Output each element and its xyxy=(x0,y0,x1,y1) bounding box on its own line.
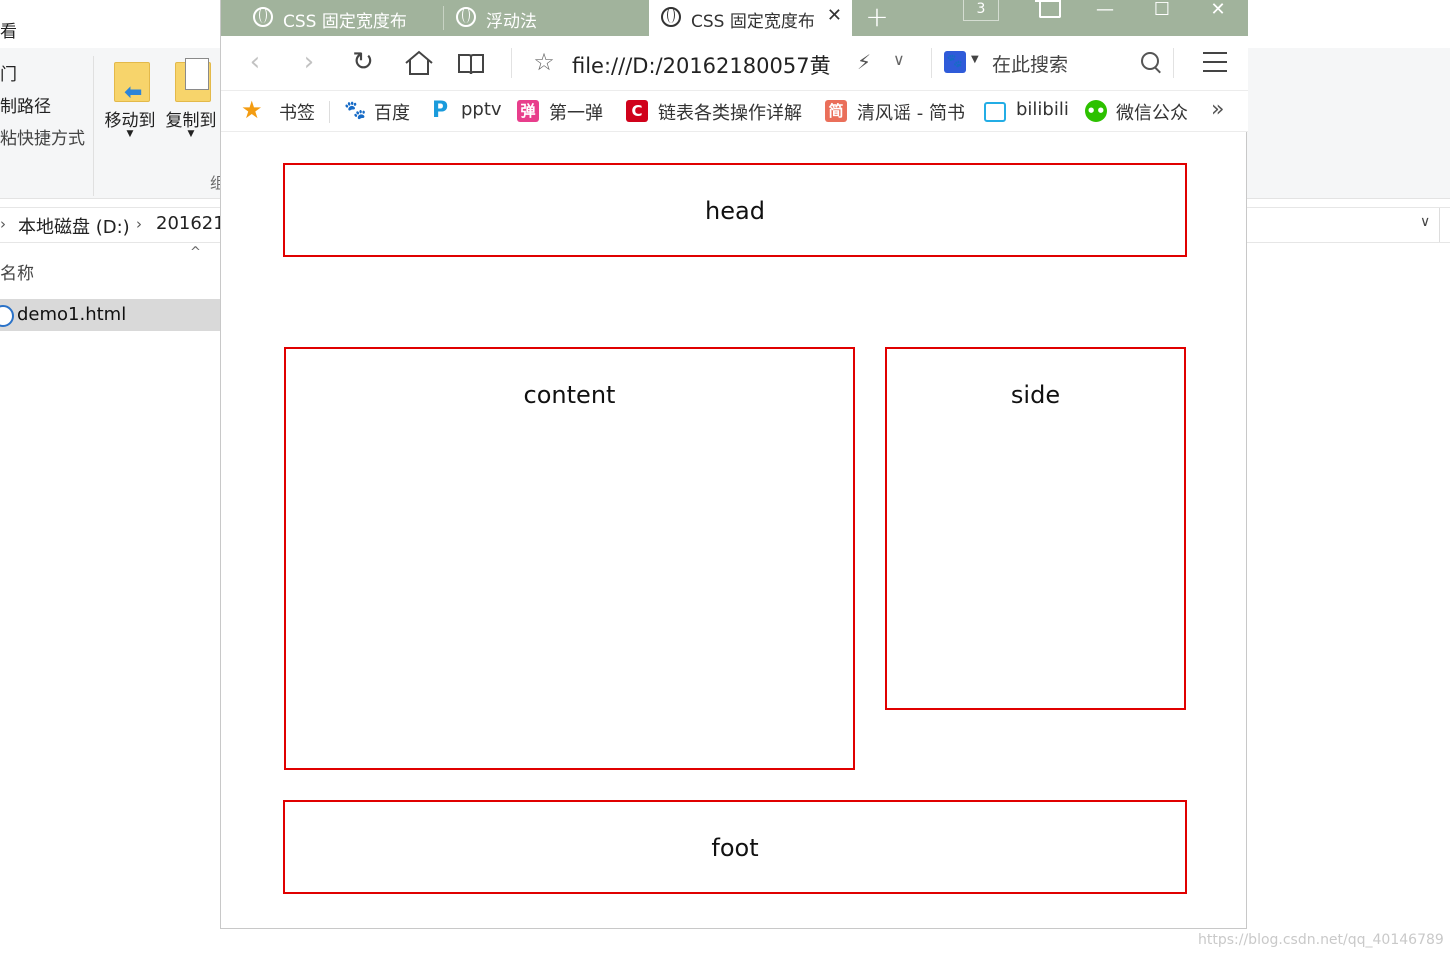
layout-content-box: content xyxy=(284,347,855,770)
chevron-down-icon: ▼ xyxy=(187,129,195,139)
reading-mode-icon[interactable] xyxy=(457,52,485,76)
ribbon-item-1[interactable]: 门 xyxy=(0,60,17,85)
chevron-down-icon: ▼ xyxy=(126,129,134,139)
search-icon[interactable] xyxy=(1141,52,1159,70)
column-header-name[interactable]: 名称 xyxy=(0,259,34,284)
danmu-icon: 弹 xyxy=(517,100,539,122)
maximize-button[interactable]: ☐ xyxy=(1142,0,1182,30)
close-window-button[interactable]: ✕ xyxy=(1198,0,1238,30)
star-icon[interactable]: ☆ xyxy=(526,46,562,78)
skin-icon[interactable] xyxy=(1035,0,1061,18)
tab-title: CSS 固定宽度布 xyxy=(691,12,815,32)
bookmark-jianshu[interactable]: 清风谣 - 简书 xyxy=(857,99,965,125)
tab-bar: CSS 固定宽度布 浮动法 CSS 固定宽度布 ✕ + 3 — ☐ ✕ xyxy=(221,0,1248,36)
url-field[interactable]: file:///D:/20162180057黄李 xyxy=(572,50,830,80)
bookmark-divider xyxy=(329,101,330,123)
bookmark-diyidan[interactable]: 第一弹 xyxy=(549,99,603,125)
toolbar-divider xyxy=(931,48,932,78)
tab-count-badge[interactable]: 3 xyxy=(963,0,999,21)
baidu-icon: 🐾 xyxy=(344,100,367,122)
ribbon-item-copy-path[interactable]: 制路径 xyxy=(0,92,51,117)
watermark: https://blog.csdn.net/qq_40146789 xyxy=(1198,932,1444,948)
move-to-label: 移动到 xyxy=(104,111,156,131)
tab-float-method[interactable]: 浮动法 xyxy=(444,0,644,36)
copy-to-button[interactable]: 复制到 ▼ xyxy=(159,58,223,139)
chevron-down-icon[interactable]: ∨ xyxy=(893,50,905,69)
breadcrumb-folder[interactable]: 201621 xyxy=(156,213,225,234)
globe-icon xyxy=(661,7,681,27)
bookmark-linked-list[interactable]: 链表各类操作详解 xyxy=(658,99,804,125)
chevron-right-icon: › xyxy=(136,215,142,233)
layout-side-box: side xyxy=(885,347,1186,710)
tab-css-layout-active[interactable]: CSS 固定宽度布 ✕ xyxy=(649,0,852,36)
move-to-icon: ⬅ xyxy=(110,58,150,105)
page-viewport: head content side foot xyxy=(221,132,1246,928)
star-icon: ★ xyxy=(241,96,263,124)
address-dropdown-icon[interactable]: ∨ xyxy=(1420,214,1430,230)
more-bookmarks-icon[interactable]: » xyxy=(1211,97,1224,122)
address-divider xyxy=(1439,208,1440,242)
bookmark-wechat[interactable]: 微信公众 xyxy=(1116,99,1188,125)
back-button[interactable]: ‹ xyxy=(237,46,273,78)
browser-window: CSS 固定宽度布 浮动法 CSS 固定宽度布 ✕ + 3 — ☐ ✕ ‹ › … xyxy=(220,0,1248,929)
forward-button[interactable]: › xyxy=(291,46,327,78)
minimize-button[interactable]: — xyxy=(1085,0,1125,30)
breadcrumb-drive[interactable]: 本地磁盘 (D:) xyxy=(18,213,130,239)
home-icon[interactable] xyxy=(404,50,434,76)
pptv-icon: P xyxy=(429,100,451,122)
ribbon-item-paste-shortcut[interactable]: 粘快捷方式 xyxy=(0,124,85,149)
bookmark-bilibili[interactable]: bilibili xyxy=(1016,99,1069,120)
move-to-button[interactable]: ⬅ 移动到 ▼ xyxy=(98,58,162,139)
wechat-icon: •• xyxy=(1085,100,1107,122)
search-input[interactable]: 在此搜索 xyxy=(992,50,1068,77)
tab-title: 浮动法 xyxy=(486,12,537,32)
toolbar-divider xyxy=(511,48,512,78)
menu-icon[interactable] xyxy=(1203,52,1227,72)
layout-foot-box: foot xyxy=(283,800,1187,894)
csdn-icon: C xyxy=(626,100,648,122)
bilibili-icon xyxy=(984,102,1006,122)
ribbon-divider xyxy=(93,56,94,196)
close-icon[interactable]: ✕ xyxy=(827,5,842,26)
lightning-icon[interactable]: ⚡ xyxy=(857,50,871,74)
globe-icon xyxy=(253,7,273,27)
ribbon-tab-view[interactable]: 看 xyxy=(0,17,17,42)
jianshu-icon: 简 xyxy=(825,100,847,122)
file-name: demo1.html xyxy=(17,304,127,325)
new-tab-button[interactable]: + xyxy=(857,0,897,36)
chevron-right-icon: › xyxy=(0,215,6,233)
browser-toolbar: ‹ › ↻ ☆ file:///D:/20162180057黄李 ⚡ ∨ 🐾 ▼… xyxy=(221,36,1248,91)
bookmark-baidu[interactable]: 百度 xyxy=(374,99,410,125)
reload-button[interactable]: ↻ xyxy=(345,46,381,78)
sort-up-icon: ^ xyxy=(190,245,201,260)
bookmark-pptv[interactable]: pptv xyxy=(461,99,502,120)
tab-css-layout-1[interactable]: CSS 固定宽度布 xyxy=(241,0,441,36)
tab-title: CSS 固定宽度布 xyxy=(283,12,407,32)
bookmarks-bar: ★ 书签 🐾 百度 P pptv 弹 第一弹 C 链表各类操作详解 简 清风谣 … xyxy=(221,91,1248,132)
bookmark-bookmarks[interactable]: 书签 xyxy=(279,99,315,125)
toolbar-divider xyxy=(1173,48,1174,78)
copy-to-icon xyxy=(171,58,211,102)
copy-to-label: 复制到 xyxy=(165,111,217,131)
globe-icon xyxy=(456,7,476,27)
baidu-search-engine-icon[interactable]: 🐾 xyxy=(944,51,966,73)
layout-head-box: head xyxy=(283,163,1187,257)
engine-dropdown-icon[interactable]: ▼ xyxy=(971,54,979,65)
html-file-icon xyxy=(0,305,14,327)
file-row[interactable]: demo1.html xyxy=(0,299,222,331)
